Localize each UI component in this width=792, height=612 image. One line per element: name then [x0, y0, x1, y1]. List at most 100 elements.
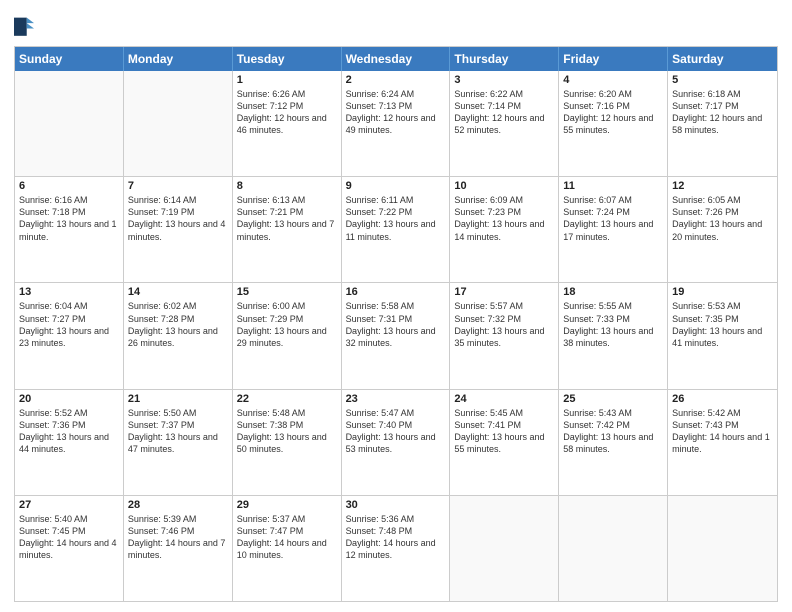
day-cell-22: 22 Sunrise: 5:48 AM Sunset: 7:38 PM Dayli…: [233, 390, 342, 495]
cell-info: Sunrise: 6:00 AM Sunset: 7:29 PM Dayligh…: [237, 300, 337, 349]
day-cell-30: 30 Sunrise: 5:36 AM Sunset: 7:48 PM Dayli…: [342, 496, 451, 601]
cell-info: Sunrise: 5:57 AM Sunset: 7:32 PM Dayligh…: [454, 300, 554, 349]
cell-info: Sunrise: 5:50 AM Sunset: 7:37 PM Dayligh…: [128, 407, 228, 456]
day-number: 1: [237, 74, 337, 86]
calendar-row-0: 1 Sunrise: 6:26 AM Sunset: 7:12 PM Daylig…: [15, 71, 777, 176]
day-number: 10: [454, 180, 554, 192]
day-cell-5: 5 Sunrise: 6:18 AM Sunset: 7:17 PM Daylig…: [668, 71, 777, 176]
day-cell-28: 28Sunrise: 5:39 AM Sunset: 7:46 PM Dayli…: [124, 496, 233, 601]
calendar-header: SundayMondayTuesdayWednesdayThursdayFrid…: [15, 47, 777, 71]
day-number: 13: [19, 286, 119, 298]
cell-info: Sunrise: 5:36 AM Sunset: 7:48 PM Dayligh…: [346, 513, 446, 562]
day-number: 9: [346, 180, 446, 192]
header: [14, 10, 778, 38]
day-number: 12: [672, 180, 773, 192]
day-number: 8: [237, 180, 337, 192]
day-cell-23: 23 Sunrise: 5:47 AM Sunset: 7:40 PM Dayli…: [342, 390, 451, 495]
cell-info: Sunrise: 5:45 AM Sunset: 7:41 PM Dayligh…: [454, 407, 554, 456]
cell-info: Sunrise: 5:58 AM Sunset: 7:31 PM Dayligh…: [346, 300, 446, 349]
day-number: 17: [454, 286, 554, 298]
day-number: 20: [19, 393, 119, 405]
day-number: 21: [128, 393, 228, 405]
day-number: 29: [237, 499, 337, 511]
cell-info: Sunrise: 6:22 AM Sunset: 7:14 PM Dayligh…: [454, 88, 554, 137]
day-number: 26: [672, 393, 773, 405]
day-cell-18: 18 Sunrise: 5:55 AM Sunset: 7:33 PM Dayli…: [559, 283, 668, 388]
cell-info: Sunrise: 6:26 AM Sunset: 7:12 PM Dayligh…: [237, 88, 337, 137]
day-cell-7: 7 Sunrise: 6:14 AM Sunset: 7:19 PM Daylig…: [124, 177, 233, 282]
cell-info: Sunrise: 5:47 AM Sunset: 7:40 PM Dayligh…: [346, 407, 446, 456]
day-number: 2: [346, 74, 446, 86]
cell-info: Sunrise: 5:48 AM Sunset: 7:38 PM Dayligh…: [237, 407, 337, 456]
day-cell-10: 10 Sunrise: 6:09 AM Sunset: 7:23 PM Dayli…: [450, 177, 559, 282]
cell-info: Sunrise: 5:53 AM Sunset: 7:35 PM Dayligh…: [672, 300, 773, 349]
weekday-header-sunday: Sunday: [15, 47, 124, 71]
day-number: 4: [563, 74, 663, 86]
day-number: 7: [128, 180, 228, 192]
day-cell-3: 3 Sunrise: 6:22 AM Sunset: 7:14 PM Daylig…: [450, 71, 559, 176]
cell-info: Sunrise: 6:02 AM Sunset: 7:28 PM Dayligh…: [128, 300, 228, 349]
day-number: 22: [237, 393, 337, 405]
cell-info: Sunrise: 6:20 AM Sunset: 7:16 PM Dayligh…: [563, 88, 663, 137]
empty-cell: [450, 496, 559, 601]
page: SundayMondayTuesdayWednesdayThursdayFrid…: [0, 0, 792, 612]
day-cell-14: 14 Sunrise: 6:02 AM Sunset: 7:28 PM Dayli…: [124, 283, 233, 388]
day-cell-25: 25 Sunrise: 5:43 AM Sunset: 7:42 PM Dayli…: [559, 390, 668, 495]
day-cell-15: 15 Sunrise: 6:00 AM Sunset: 7:29 PM Dayli…: [233, 283, 342, 388]
day-cell-20: 20 Sunrise: 5:52 AM Sunset: 7:36 PM Dayli…: [15, 390, 124, 495]
logo-icon: [14, 10, 34, 38]
day-cell-21: 21 Sunrise: 5:50 AM Sunset: 7:37 PM Dayli…: [124, 390, 233, 495]
calendar: SundayMondayTuesdayWednesdayThursdayFrid…: [14, 46, 778, 602]
cell-info: Sunrise: 6:09 AM Sunset: 7:23 PM Dayligh…: [454, 194, 554, 243]
day-cell-9: 9Sunrise: 6:11 AM Sunset: 7:22 PM Daylig…: [342, 177, 451, 282]
day-number: 27: [19, 499, 119, 511]
cell-info: Sunrise: 5:42 AM Sunset: 7:43 PM Dayligh…: [672, 407, 773, 456]
cell-info: Sunrise: 5:43 AM Sunset: 7:42 PM Dayligh…: [563, 407, 663, 456]
cell-info: Sunrise: 6:07 AM Sunset: 7:24 PM Dayligh…: [563, 194, 663, 243]
weekday-header-wednesday: Wednesday: [342, 47, 451, 71]
cell-info: Sunrise: 6:05 AM Sunset: 7:26 PM Dayligh…: [672, 194, 773, 243]
calendar-body: 1 Sunrise: 6:26 AM Sunset: 7:12 PM Daylig…: [15, 71, 777, 601]
logo: [14, 10, 38, 38]
day-number: 23: [346, 393, 446, 405]
cell-info: Sunrise: 6:18 AM Sunset: 7:17 PM Dayligh…: [672, 88, 773, 137]
day-cell-16: 16 Sunrise: 5:58 AM Sunset: 7:31 PM Dayli…: [342, 283, 451, 388]
day-number: 24: [454, 393, 554, 405]
day-cell-13: 13 Sunrise: 6:04 AM Sunset: 7:27 PM Dayli…: [15, 283, 124, 388]
day-number: 5: [672, 74, 773, 86]
weekday-header-tuesday: Tuesday: [233, 47, 342, 71]
cell-info: Sunrise: 5:55 AM Sunset: 7:33 PM Dayligh…: [563, 300, 663, 349]
weekday-header-friday: Friday: [559, 47, 668, 71]
cell-info: Sunrise: 6:14 AM Sunset: 7:19 PM Dayligh…: [128, 194, 228, 243]
day-number: 15: [237, 286, 337, 298]
day-cell-6: 6Sunrise: 6:16 AM Sunset: 7:18 PM Daylig…: [15, 177, 124, 282]
cell-info: Sunrise: 5:40 AM Sunset: 7:45 PM Dayligh…: [19, 513, 119, 562]
weekday-header-thursday: Thursday: [450, 47, 559, 71]
day-cell-2: 2Sunrise: 6:24 AM Sunset: 7:13 PM Daylig…: [342, 71, 451, 176]
day-cell-1: 1 Sunrise: 6:26 AM Sunset: 7:12 PM Daylig…: [233, 71, 342, 176]
day-number: 30: [346, 499, 446, 511]
day-number: 19: [672, 286, 773, 298]
day-cell-26: 26 Sunrise: 5:42 AM Sunset: 7:43 PM Dayli…: [668, 390, 777, 495]
calendar-row-2: 13 Sunrise: 6:04 AM Sunset: 7:27 PM Dayli…: [15, 282, 777, 388]
day-number: 6: [19, 180, 119, 192]
day-number: 11: [563, 180, 663, 192]
cell-info: Sunrise: 5:37 AM Sunset: 7:47 PM Dayligh…: [237, 513, 337, 562]
calendar-row-1: 6Sunrise: 6:16 AM Sunset: 7:18 PM Daylig…: [15, 176, 777, 282]
day-cell-24: 24 Sunrise: 5:45 AM Sunset: 7:41 PM Dayli…: [450, 390, 559, 495]
day-cell-11: 11 Sunrise: 6:07 AM Sunset: 7:24 PM Dayli…: [559, 177, 668, 282]
day-number: 3: [454, 74, 554, 86]
cell-info: Sunrise: 6:04 AM Sunset: 7:27 PM Dayligh…: [19, 300, 119, 349]
day-cell-19: 19 Sunrise: 5:53 AM Sunset: 7:35 PM Dayli…: [668, 283, 777, 388]
day-number: 18: [563, 286, 663, 298]
cell-info: Sunrise: 5:52 AM Sunset: 7:36 PM Dayligh…: [19, 407, 119, 456]
day-cell-8: 8 Sunrise: 6:13 AM Sunset: 7:21 PM Daylig…: [233, 177, 342, 282]
day-cell-12: 12 Sunrise: 6:05 AM Sunset: 7:26 PM Dayli…: [668, 177, 777, 282]
day-number: 14: [128, 286, 228, 298]
day-number: 25: [563, 393, 663, 405]
empty-cell: [668, 496, 777, 601]
day-number: 16: [346, 286, 446, 298]
empty-cell: [559, 496, 668, 601]
cell-info: Sunrise: 6:13 AM Sunset: 7:21 PM Dayligh…: [237, 194, 337, 243]
day-cell-29: 29 Sunrise: 5:37 AM Sunset: 7:47 PM Dayli…: [233, 496, 342, 601]
